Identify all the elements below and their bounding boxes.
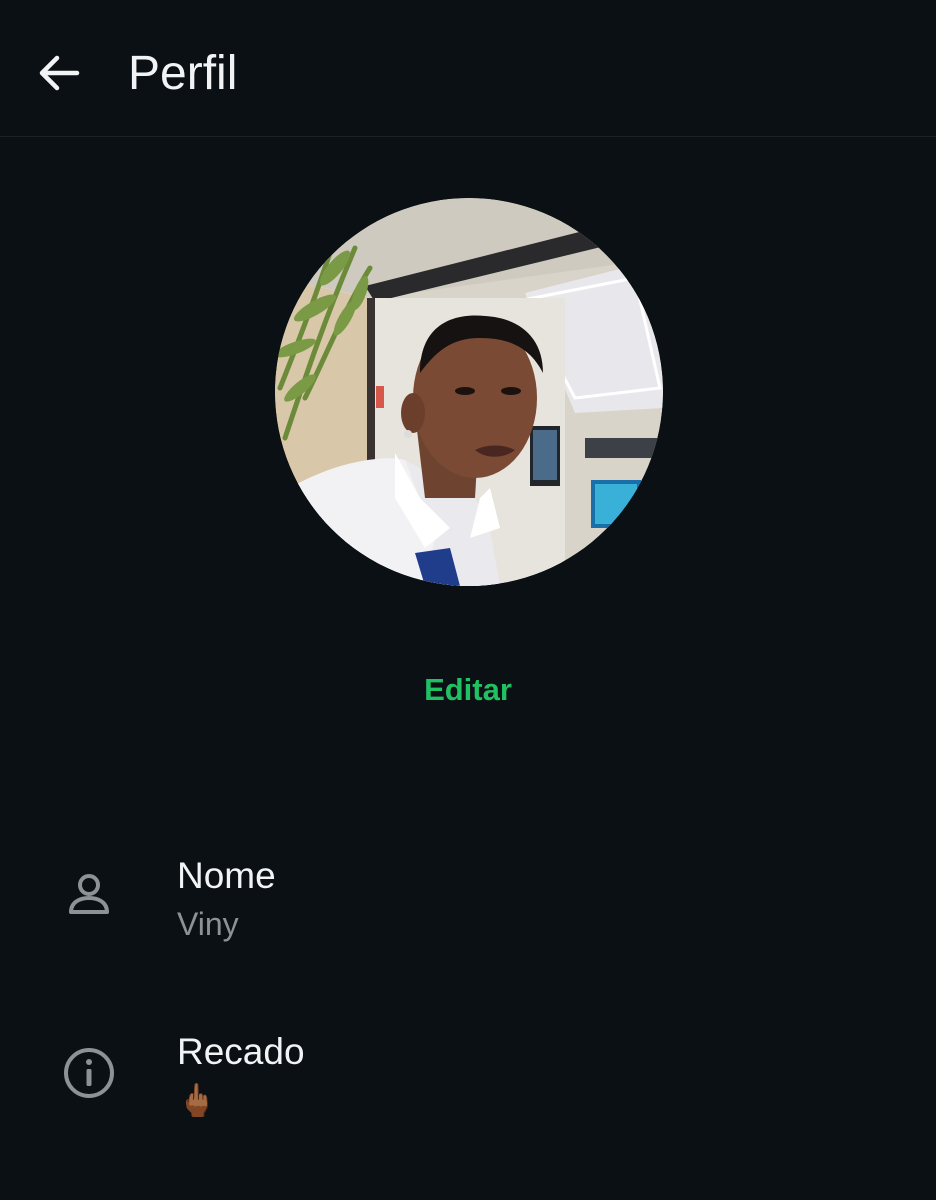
about-field-row[interactable]: Recado 🖕🏾 xyxy=(0,1020,936,1140)
about-field-title: Recado xyxy=(177,1031,305,1072)
back-button[interactable] xyxy=(28,42,90,104)
person-icon xyxy=(62,868,116,922)
name-field-title: Nome xyxy=(177,855,276,896)
name-field-row[interactable]: Nome Viny xyxy=(0,842,936,962)
name-field-value: Viny xyxy=(177,906,239,942)
edit-photo-link[interactable]: Editar xyxy=(0,670,936,710)
page-title: Perfil xyxy=(128,47,238,100)
avatar xyxy=(275,198,663,586)
profile-photo[interactable] xyxy=(275,198,663,586)
about-field-value: 🖕🏾 xyxy=(177,1082,217,1118)
profile-screen: Perfil Editar Nome Viny Recado 🖕🏾 xyxy=(0,0,936,1200)
top-app-bar: Perfil xyxy=(0,0,936,137)
info-icon xyxy=(62,1046,116,1100)
arrow-left-icon xyxy=(39,55,80,91)
